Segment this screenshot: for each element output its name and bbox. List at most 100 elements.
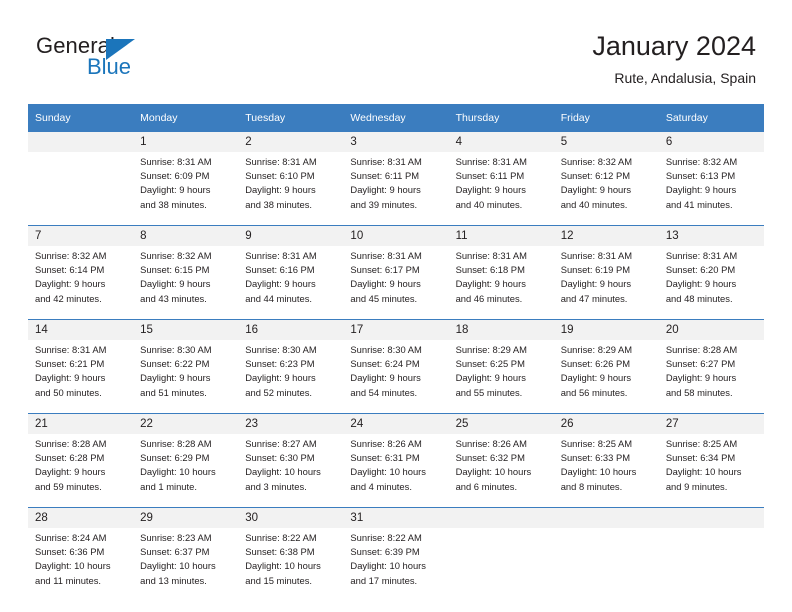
day-cell[interactable]: Sunrise: 8:32 AM Sunset: 6:13 PM Dayligh… [658,152,764,226]
daylight-text-line2: and 58 minutes. [665,386,733,398]
day-cell[interactable]: Sunrise: 8:30 AM Sunset: 6:23 PM Dayligh… [238,340,344,414]
sunset-text: Sunset: 6:10 PM [245,170,315,182]
day-cell[interactable]: Sunrise: 8:29 AM Sunset: 6:25 PM Dayligh… [448,340,554,414]
daylight-text-line2: and 17 minutes. [350,574,418,586]
day-cell[interactable]: Sunrise: 8:31 AM Sunset: 6:18 PM Dayligh… [448,246,554,320]
day-cell[interactable]: Sunrise: 8:32 AM Sunset: 6:12 PM Dayligh… [553,152,659,226]
sunset-text: Sunset: 6:11 PM [350,170,420,182]
day-cell[interactable]: Sunrise: 8:31 AM Sunset: 6:16 PM Dayligh… [238,246,344,320]
day-number: 31 [343,507,449,528]
daylight-text-line2: and 40 minutes. [560,198,628,210]
day-cell[interactable]: Sunrise: 8:31 AM Sunset: 6:09 PM Dayligh… [133,152,239,226]
week-number-row: 7 8 9 10 11 12 13 [28,225,764,246]
daylight-text-line2: and 1 minute. [140,480,197,492]
day-number [448,507,554,528]
sunset-text: Sunset: 6:18 PM [455,264,525,276]
day-cell[interactable]: Sunrise: 8:31 AM Sunset: 6:17 PM Dayligh… [343,246,449,320]
sunrise-text: Sunrise: 8:26 AM [350,438,422,449]
sunrise-text: Sunrise: 8:22 AM [245,532,317,543]
sunset-text: Sunset: 6:14 PM [35,264,105,276]
daylight-text-line1: Daylight: 9 hours [455,184,526,196]
sunrise-text: Sunrise: 8:31 AM [350,156,422,167]
daylight-text-line1: Daylight: 10 hours [560,466,637,478]
daylight-text-line2: and 11 minutes. [35,574,102,586]
day-cell[interactable]: Sunrise: 8:32 AM Sunset: 6:15 PM Dayligh… [133,246,239,320]
day-cell[interactable]: Sunrise: 8:31 AM Sunset: 6:10 PM Dayligh… [238,152,344,226]
day-number: 23 [238,413,344,434]
daylight-text-line1: Daylight: 10 hours [455,466,532,478]
day-cell[interactable]: Sunrise: 8:28 AM Sunset: 6:29 PM Dayligh… [133,434,239,508]
day-cell[interactable]: Sunrise: 8:25 AM Sunset: 6:33 PM Dayligh… [553,434,659,508]
weekday-header-saturday: Saturday [658,104,764,132]
week-number-row: 14 15 16 17 18 19 20 [28,319,764,340]
daylight-text-line2: and 15 minutes. [245,574,312,586]
sunrise-text: Sunrise: 8:30 AM [245,344,317,355]
day-cell[interactable]: Sunrise: 8:26 AM Sunset: 6:31 PM Dayligh… [343,434,449,508]
sunrise-text: Sunrise: 8:25 AM [665,438,738,449]
day-number [658,507,764,528]
day-cell[interactable]: Sunrise: 8:31 AM Sunset: 6:20 PM Dayligh… [658,246,764,320]
daylight-text-line1: Daylight: 9 hours [665,184,737,196]
daylight-text-line1: Daylight: 10 hours [350,560,426,572]
day-cell[interactable]: Sunrise: 8:22 AM Sunset: 6:39 PM Dayligh… [343,528,449,601]
day-number: 10 [343,225,449,246]
daylight-text-line1: Daylight: 9 hours [350,278,421,290]
day-cell[interactable]: Sunrise: 8:31 AM Sunset: 6:21 PM Dayligh… [28,340,134,414]
daylight-text-line2: and 54 minutes. [350,386,418,398]
calendar-page: General Blue January 2024 Rute, Andalusi… [0,0,792,612]
sunrise-text: Sunrise: 8:24 AM [35,532,107,543]
day-number: 6 [658,132,764,152]
daylight-text-line1: Daylight: 10 hours [665,466,742,478]
daylight-text-line1: Daylight: 9 hours [245,372,316,384]
page-title: January 2024 [592,31,756,61]
daylight-text-line2: and 4 minutes. [350,480,412,492]
daylight-text-line2: and 40 minutes. [455,198,523,210]
day-cell[interactable]: Sunrise: 8:29 AM Sunset: 6:26 PM Dayligh… [553,340,659,414]
day-number: 20 [658,319,764,340]
daylight-text-line2: and 47 minutes. [560,292,628,304]
day-cell[interactable]: Sunrise: 8:26 AM Sunset: 6:32 PM Dayligh… [448,434,554,508]
sunset-text: Sunset: 6:36 PM [35,546,105,558]
day-cell[interactable]: Sunrise: 8:30 AM Sunset: 6:24 PM Dayligh… [343,340,449,414]
day-number: 21 [28,413,134,434]
day-cell[interactable]: Sunrise: 8:22 AM Sunset: 6:38 PM Dayligh… [238,528,344,601]
day-cell[interactable]: Sunrise: 8:25 AM Sunset: 6:34 PM Dayligh… [658,434,764,508]
day-cell[interactable] [448,528,554,601]
day-number: 8 [133,225,239,246]
sunset-text: Sunset: 6:31 PM [350,452,420,464]
day-cell[interactable] [553,528,659,601]
sunrise-text: Sunrise: 8:31 AM [665,250,738,261]
day-number [553,507,659,528]
day-number: 29 [133,507,239,528]
week-detail-row: Sunrise: 8:24 AM Sunset: 6:36 PM Dayligh… [28,528,764,601]
day-cell[interactable]: Sunrise: 8:31 AM Sunset: 6:11 PM Dayligh… [343,152,449,226]
sunrise-text: Sunrise: 8:31 AM [350,250,422,261]
daylight-text-line1: Daylight: 10 hours [350,466,426,478]
day-number: 14 [28,319,134,340]
sunrise-text: Sunrise: 8:25 AM [560,438,633,449]
weekday-header-wednesday: Wednesday [343,104,449,132]
sunrise-text: Sunrise: 8:31 AM [245,156,317,167]
day-cell[interactable]: Sunrise: 8:31 AM Sunset: 6:11 PM Dayligh… [448,152,554,226]
sunset-text: Sunset: 6:11 PM [455,170,525,182]
general-blue-logo[interactable]: General Blue [36,33,266,89]
day-cell[interactable] [658,528,764,601]
day-cell[interactable]: Sunrise: 8:28 AM Sunset: 6:28 PM Dayligh… [28,434,134,508]
sunrise-text: Sunrise: 8:28 AM [665,344,738,355]
day-cell[interactable]: Sunrise: 8:32 AM Sunset: 6:14 PM Dayligh… [28,246,134,320]
day-cell[interactable]: Sunrise: 8:30 AM Sunset: 6:22 PM Dayligh… [133,340,239,414]
title-block: January 2024 Rute, Andalusia, Spain [592,30,756,88]
day-cell[interactable]: Sunrise: 8:24 AM Sunset: 6:36 PM Dayligh… [28,528,134,601]
day-cell[interactable] [28,152,134,226]
day-cell[interactable]: Sunrise: 8:23 AM Sunset: 6:37 PM Dayligh… [133,528,239,601]
day-number: 11 [448,225,554,246]
daylight-text-line1: Daylight: 10 hours [35,560,111,572]
day-cell[interactable]: Sunrise: 8:31 AM Sunset: 6:19 PM Dayligh… [553,246,659,320]
day-cell[interactable]: Sunrise: 8:28 AM Sunset: 6:27 PM Dayligh… [658,340,764,414]
calendar-body: 1 2 3 4 5 6 Sunrise: 8:31 AM Sunset: 6:0… [28,132,764,601]
daylight-text-line1: Daylight: 9 hours [140,278,211,290]
weekday-header-monday: Monday [133,104,239,132]
day-cell[interactable]: Sunrise: 8:27 AM Sunset: 6:30 PM Dayligh… [238,434,344,508]
daylight-text-line1: Daylight: 9 hours [35,372,106,384]
sunrise-text: Sunrise: 8:28 AM [35,438,107,449]
